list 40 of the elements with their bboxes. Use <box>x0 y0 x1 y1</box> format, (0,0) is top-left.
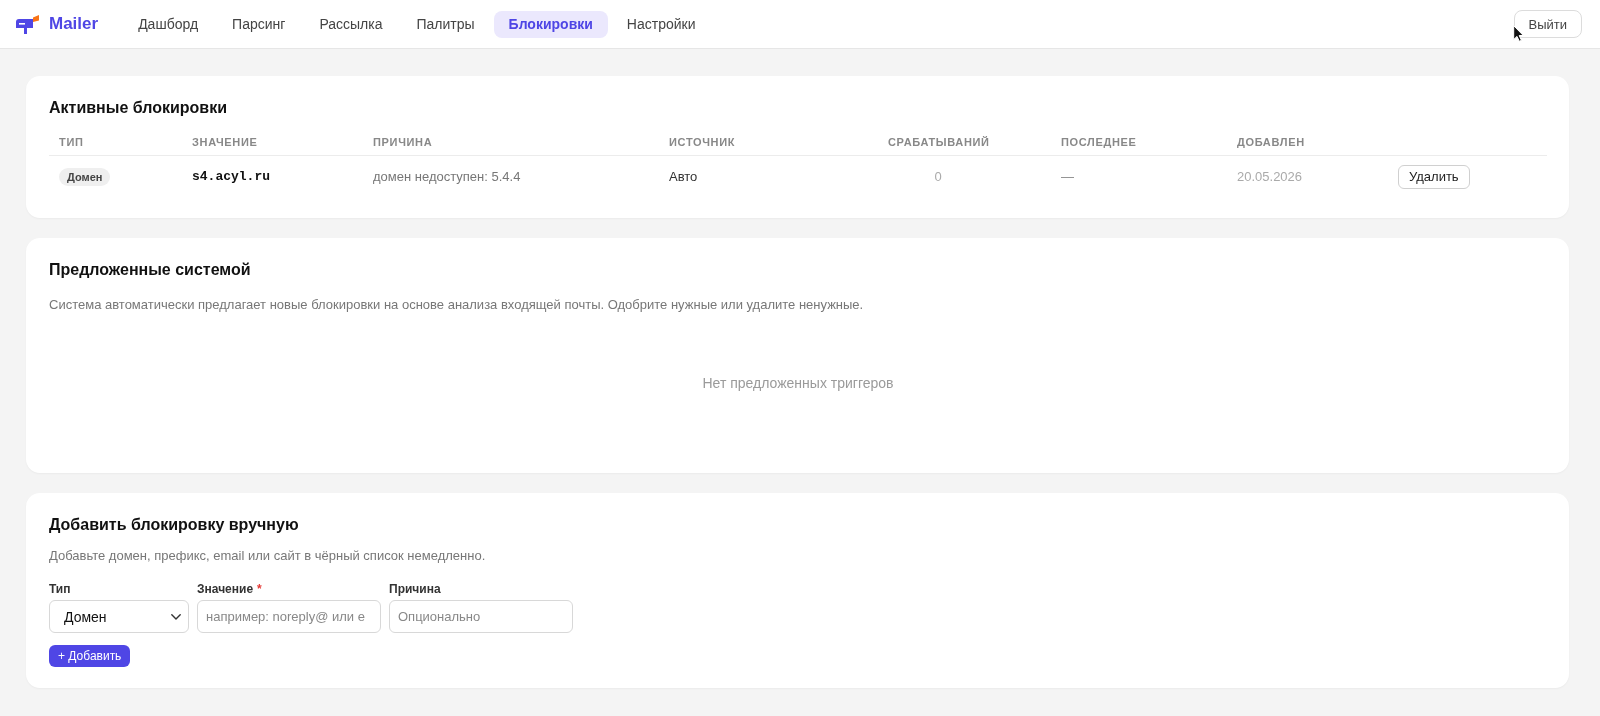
table-cell-text: домен недоступен: 5.4.4 <box>372 168 522 185</box>
nav-tab[interactable]: Парсинг <box>217 10 301 38</box>
table-cell-text: 20.05.2026 <box>1236 168 1304 185</box>
text-input[interactable]: Опционально <box>389 600 573 633</box>
card-title: Предложенные системой <box>49 260 252 280</box>
card-description: Добавьте домен, префикс, email или сайт в чёрный список немедленно. <box>49 547 487 565</box>
column-header: ЗНАЧЕНИЕ <box>191 136 259 149</box>
type-select[interactable]: Домен <box>49 600 189 633</box>
column-header: ДОБАВЛЕН <box>1236 136 1306 149</box>
delete-button[interactable]: Удалить <box>1398 164 1470 189</box>
column-header: ПОСЛЕДНЕЕ <box>1060 136 1138 149</box>
nav-tab[interactable]: Палитры <box>401 10 490 38</box>
table-cell-text: 0 <box>933 168 943 185</box>
cursor-icon <box>1513 25 1524 42</box>
logout-button[interactable]: Выйти <box>1513 10 1582 38</box>
field-label: Значение <box>197 582 254 597</box>
add-button[interactable]: + Добавить <box>49 645 131 667</box>
nav-tab[interactable]: Рассылка <box>304 10 398 38</box>
column-header: СРАБАТЫВАНИЙ <box>887 136 991 149</box>
type-badge: Домен <box>59 167 111 186</box>
card-title: Активные блокировки <box>49 98 229 118</box>
column-header: ПРИЧИНА <box>372 136 434 149</box>
card-description: Система автоматически предлагает новые блокировки на основе анализа входящей почты. Одобрите нужные или удалите ненужные. <box>49 296 865 314</box>
chevron-down-icon <box>171 613 181 620</box>
text-input[interactable]: например: noreply@ или e <box>197 600 381 633</box>
empty-state-text: Нет предложенных триггеров <box>702 375 894 391</box>
field-label: Тип <box>49 582 71 597</box>
table-cell-text: s4.acyl.ru <box>191 168 271 185</box>
field-label: Причина <box>389 582 441 597</box>
table-cell-text: — <box>1060 168 1075 185</box>
nav-tab[interactable]: Настройки <box>611 10 711 38</box>
column-header: ИСТОЧНИК <box>668 136 737 149</box>
nav-tab[interactable]: Дашборд <box>123 10 214 38</box>
card-title: Добавить блокировку вручную <box>49 515 300 535</box>
mailbox-icon <box>16 14 39 34</box>
column-header: ТИП <box>58 136 85 149</box>
nav-tab[interactable]: Блокировки <box>493 10 608 38</box>
table-cell-text: Авто <box>668 168 699 185</box>
logo-text: Mailer <box>49 14 99 34</box>
required-mark: * <box>257 582 262 597</box>
